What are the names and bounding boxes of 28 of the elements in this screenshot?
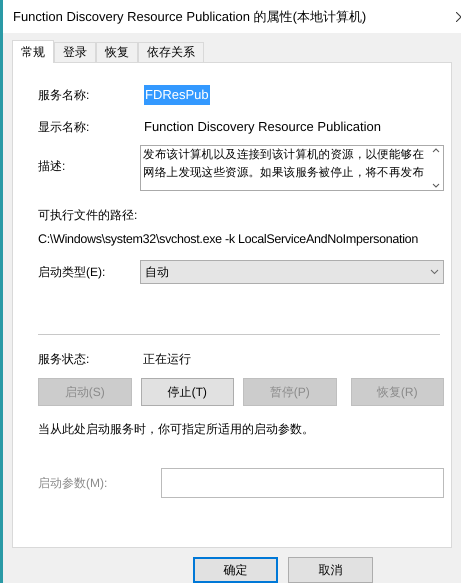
dialog-button[interactable]: 取消 bbox=[288, 557, 373, 583]
field-label: 服务名称: bbox=[38, 86, 90, 104]
dropdown-value: 自动 bbox=[145, 264, 170, 281]
field-label: 可执行文件的路径: bbox=[38, 206, 138, 224]
scroll-down-icon[interactable] bbox=[432, 182, 440, 189]
dialog-button[interactable]: 确定 bbox=[193, 557, 278, 583]
tab[interactable]: 依存关系 bbox=[138, 42, 204, 62]
close-icon[interactable] bbox=[456, 12, 461, 22]
display-name-value: Function Discovery Resource Publication bbox=[144, 118, 381, 136]
window-title: Function Discovery Resource Publication 的属性(本地计算机) bbox=[13, 8, 366, 26]
description-box[interactable]: 发布该计算机以及连接到该计算机的资源，以便能够在网络上发现这些资源。如果该服务被停止，将不再发布 bbox=[140, 144, 444, 191]
service-button[interactable]: 停止(T) bbox=[140, 378, 234, 406]
field-label: 显示名称: bbox=[38, 118, 90, 136]
tab[interactable]: 常规 bbox=[12, 40, 54, 63]
description-text: 发布该计算机以及连接到该计算机的资源，以便能够在网络上发现这些资源。如果该服务被停止，将不再发布 bbox=[142, 147, 426, 181]
field-label: 服务状态: bbox=[38, 350, 90, 368]
scroll-up-icon[interactable] bbox=[432, 146, 440, 153]
tab[interactable]: 恢复 bbox=[96, 42, 138, 62]
field-label: 启动参数(M): bbox=[38, 474, 108, 492]
service-status-value: 正在运行 bbox=[143, 350, 191, 368]
field-label: 描述: bbox=[38, 158, 66, 175]
startup-type-dropdown[interactable]: 自动 bbox=[140, 260, 444, 284]
tab[interactable]: 登录 bbox=[54, 42, 96, 62]
chevron-down-icon bbox=[430, 268, 439, 275]
executable-path: C:\Windows\system32\svchost.exe -k LocalServiceAndNoImpersonation bbox=[38, 230, 419, 248]
service-name-value: FDResPub bbox=[144, 85, 210, 105]
hint-text: 当从此处启动服务时，你可指定所适用的启动参数。 bbox=[38, 420, 315, 438]
field-label: 启动类型(E): bbox=[38, 264, 106, 281]
